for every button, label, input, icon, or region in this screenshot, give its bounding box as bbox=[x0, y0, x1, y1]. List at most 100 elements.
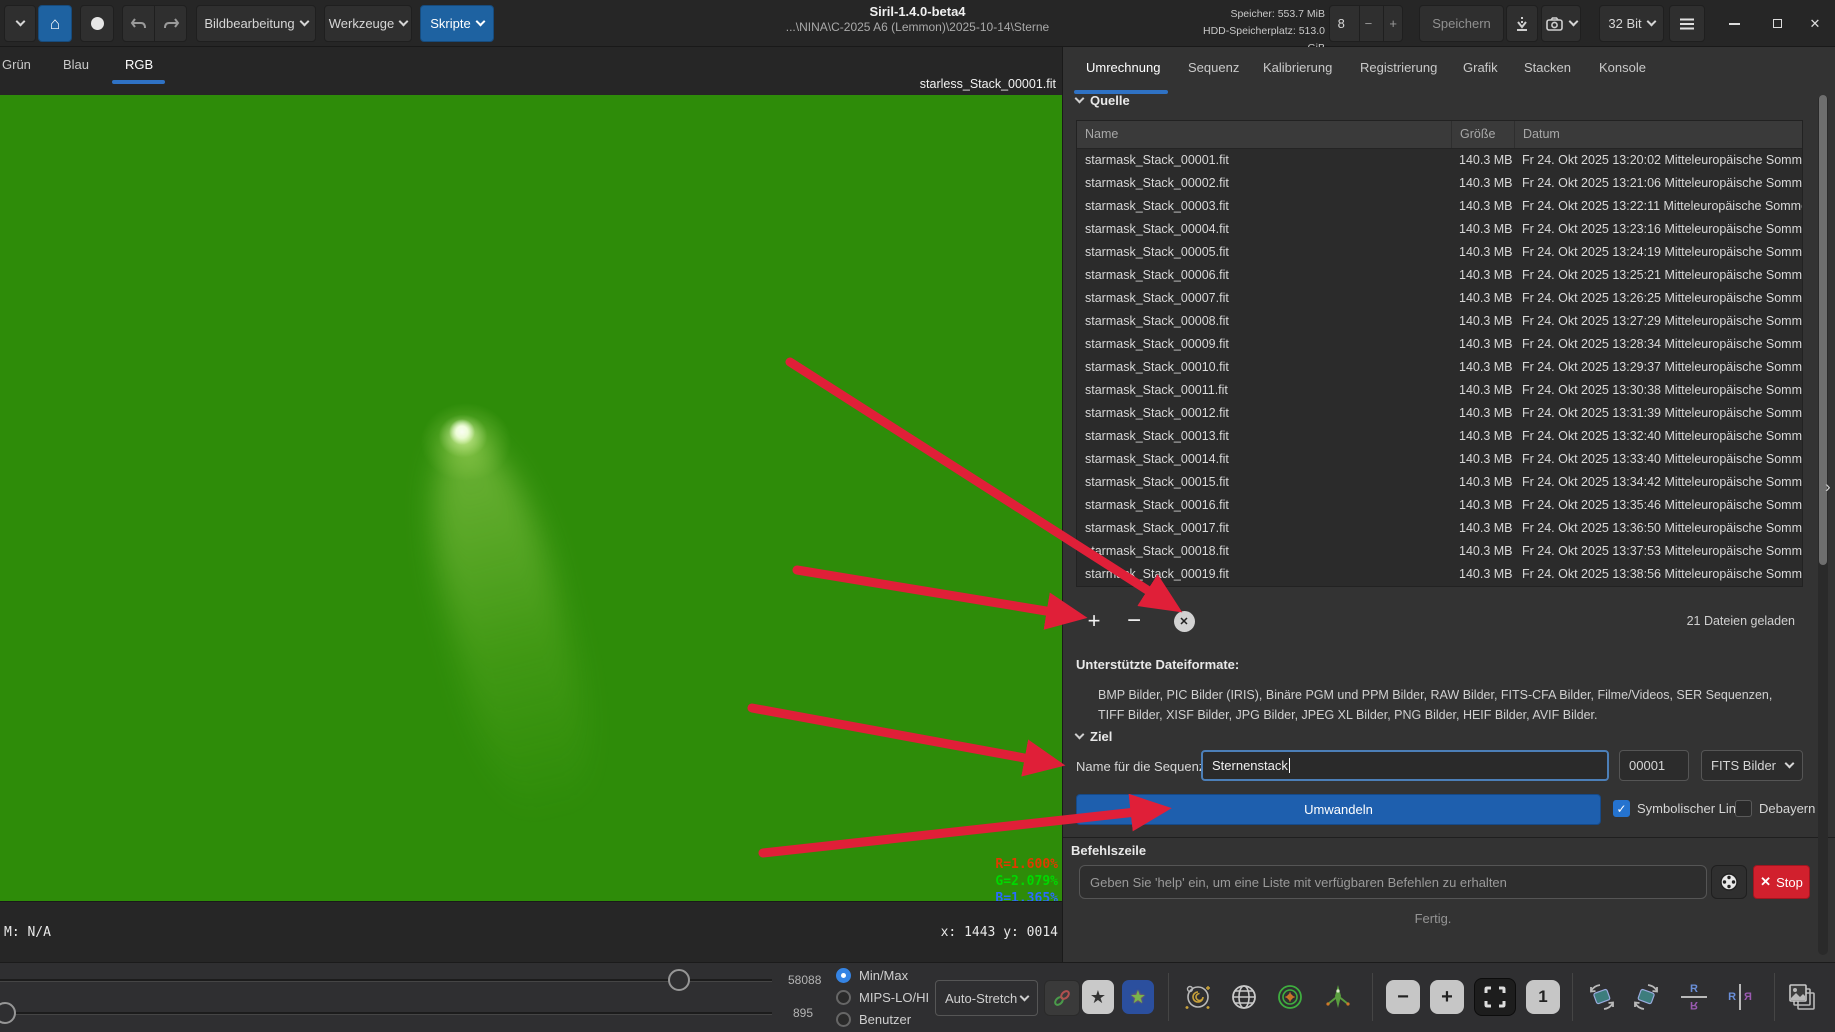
table-row[interactable]: starmask_Stack_00015.fit140.3 MBFr 24. O… bbox=[1077, 471, 1802, 494]
tab-umrechnung[interactable]: Umrechnung bbox=[1086, 60, 1160, 75]
bit-depth-select[interactable]: 32 Bit bbox=[1599, 5, 1664, 42]
table-row[interactable]: starmask_Stack_00019.fit140.3 MBFr 24. O… bbox=[1077, 563, 1802, 586]
spinner-decrement[interactable]: − bbox=[1359, 6, 1378, 41]
cell-size: 140.3 MB bbox=[1451, 448, 1514, 471]
image-canvas[interactable] bbox=[0, 95, 1062, 901]
image-list-button[interactable] bbox=[1784, 977, 1820, 1017]
tab-grafik[interactable]: Grafik bbox=[1463, 60, 1498, 75]
table-row[interactable]: starmask_Stack_00013.fit140.3 MBFr 24. O… bbox=[1077, 425, 1802, 448]
panel-scrollbar[interactable] bbox=[1818, 95, 1828, 955]
redo-button[interactable] bbox=[154, 5, 187, 42]
tab-stacken[interactable]: Stacken bbox=[1524, 60, 1571, 75]
tab-kalibrierung[interactable]: Kalibrierung bbox=[1263, 60, 1332, 75]
table-row[interactable]: starmask_Stack_00010.fit140.3 MBFr 24. O… bbox=[1077, 356, 1802, 379]
table-row[interactable]: starmask_Stack_00002.fit140.3 MBFr 24. O… bbox=[1077, 172, 1802, 195]
record-button[interactable] bbox=[80, 5, 114, 42]
radio-minmax[interactable]: Min/Max bbox=[836, 965, 908, 985]
stretch-mode-select[interactable]: Auto-Stretch bbox=[935, 980, 1038, 1016]
table-row[interactable]: starmask_Stack_00011.fit140.3 MBFr 24. O… bbox=[1077, 379, 1802, 402]
table-row[interactable]: starmask_Stack_00017.fit140.3 MBFr 24. O… bbox=[1077, 517, 1802, 540]
export-button[interactable] bbox=[1506, 5, 1538, 42]
table-row[interactable]: starmask_Stack_00003.fit140.3 MBFr 24. O… bbox=[1077, 195, 1802, 218]
debayer-checkbox[interactable] bbox=[1735, 800, 1752, 817]
command-list-button[interactable] bbox=[1711, 865, 1747, 899]
cell-date: Fr 24. Okt 2025 13:29:37 Mitteleuropäisc… bbox=[1514, 356, 1802, 379]
table-row[interactable]: starmask_Stack_00007.fit140.3 MBFr 24. O… bbox=[1077, 287, 1802, 310]
save-button[interactable]: Speichern bbox=[1419, 5, 1504, 42]
tab-konsole[interactable]: Konsole bbox=[1599, 60, 1646, 75]
table-row[interactable]: starmask_Stack_00004.fit140.3 MBFr 24. O… bbox=[1077, 218, 1802, 241]
zoom-out-button[interactable]: − bbox=[1386, 980, 1420, 1014]
channel-link-button[interactable] bbox=[1044, 980, 1080, 1016]
pane-expander-arrow[interactable]: › bbox=[1825, 477, 1831, 497]
photometry-button[interactable] bbox=[1272, 977, 1308, 1017]
symlink-checkbox-row[interactable]: ✓ Symbolischer Link bbox=[1613, 800, 1743, 817]
snapshot-button[interactable] bbox=[1541, 5, 1581, 42]
spinner-increment[interactable]: + bbox=[1383, 6, 1402, 41]
tab-sequenz[interactable]: Sequenz bbox=[1188, 60, 1239, 75]
table-row[interactable]: starmask_Stack_00018.fit140.3 MBFr 24. O… bbox=[1077, 540, 1802, 563]
convert-button[interactable]: Umwandeln bbox=[1076, 794, 1601, 825]
star-mask-button[interactable]: ★ bbox=[1082, 980, 1114, 1014]
annotations-button[interactable] bbox=[1226, 977, 1262, 1017]
sequence-name-input[interactable]: Sternenstack bbox=[1201, 750, 1609, 781]
flip-horizontal-button[interactable]: R Я bbox=[1722, 977, 1758, 1017]
low-slider-handle[interactable] bbox=[0, 1002, 16, 1024]
radio-label: MIPS-LO/HI bbox=[859, 990, 929, 1005]
thread-spinner[interactable]: 8 − + bbox=[1329, 5, 1403, 42]
menu-skripte[interactable]: Skripte bbox=[420, 5, 494, 42]
target-section-header[interactable]: Ziel bbox=[1076, 729, 1112, 744]
table-row[interactable]: starmask_Stack_00016.fit140.3 MBFr 24. O… bbox=[1077, 494, 1802, 517]
expander-chevron-icon bbox=[1075, 730, 1085, 740]
debayer-checkbox-row[interactable]: Debayern bbox=[1735, 800, 1815, 817]
radio-mips[interactable]: MIPS-LO/HI bbox=[836, 987, 929, 1007]
table-row[interactable]: starmask_Stack_00001.fit140.3 MBFr 24. O… bbox=[1077, 149, 1802, 172]
high-slider-handle[interactable] bbox=[668, 969, 690, 991]
cell-date: Fr 24. Okt 2025 13:33:40 Mitteleuropäisc… bbox=[1514, 448, 1802, 471]
clear-files-button[interactable]: ✕ bbox=[1171, 608, 1197, 634]
command-input[interactable] bbox=[1079, 865, 1707, 899]
add-files-button[interactable]: + bbox=[1081, 608, 1107, 634]
tab-rgb[interactable]: RGB bbox=[125, 57, 153, 72]
menu-bildbearbeitung[interactable]: Bildbearbeitung bbox=[196, 5, 316, 42]
app-menu-chevron-button[interactable] bbox=[4, 5, 36, 42]
start-index-value: 00001 bbox=[1629, 758, 1665, 773]
radio-benutzer[interactable]: Benutzer bbox=[836, 1009, 911, 1029]
fit-to-window-button[interactable] bbox=[1474, 978, 1516, 1016]
symlink-checkbox[interactable]: ✓ bbox=[1613, 800, 1630, 817]
home-button[interactable]: ⌂ bbox=[38, 5, 72, 42]
minimize-button[interactable] bbox=[1712, 0, 1756, 47]
close-button[interactable]: ✕ bbox=[1793, 0, 1835, 47]
table-row[interactable]: starmask_Stack_00014.fit140.3 MBFr 24. O… bbox=[1077, 448, 1802, 471]
tab-gruen[interactable]: Grün bbox=[2, 57, 31, 72]
tab-blau[interactable]: Blau bbox=[63, 57, 89, 72]
rotate-ccw-button[interactable] bbox=[1584, 977, 1620, 1017]
undo-button[interactable] bbox=[122, 5, 155, 42]
stop-button[interactable]: ✕ Stop bbox=[1753, 865, 1810, 899]
text-caret bbox=[1289, 758, 1290, 773]
remove-files-button[interactable]: − bbox=[1121, 608, 1147, 634]
column-date[interactable]: Datum bbox=[1514, 121, 1802, 148]
table-row[interactable]: starmask_Stack_00008.fit140.3 MBFr 24. O… bbox=[1077, 310, 1802, 333]
tab-registrierung[interactable]: Registrierung bbox=[1360, 60, 1437, 75]
high-slider-track[interactable] bbox=[0, 979, 772, 982]
table-row[interactable]: starmask_Stack_00012.fit140.3 MBFr 24. O… bbox=[1077, 402, 1802, 425]
source-section-header[interactable]: Quelle bbox=[1076, 93, 1130, 108]
flip-vertical-button[interactable]: R R bbox=[1676, 977, 1712, 1017]
zoom-in-button[interactable]: + bbox=[1430, 980, 1464, 1014]
rotate-cw-button[interactable] bbox=[1628, 977, 1664, 1017]
table-row[interactable]: starmask_Stack_00009.fit140.3 MBFr 24. O… bbox=[1077, 333, 1802, 356]
start-index-field[interactable]: 00001 bbox=[1619, 750, 1689, 781]
low-slider-track[interactable] bbox=[0, 1012, 772, 1015]
star-detection-button[interactable]: ★ bbox=[1122, 980, 1154, 1014]
column-name[interactable]: Name bbox=[1077, 121, 1451, 148]
astrometry-button[interactable] bbox=[1180, 977, 1216, 1017]
table-row[interactable]: starmask_Stack_00005.fit140.3 MBFr 24. O… bbox=[1077, 241, 1802, 264]
hamburger-menu-button[interactable] bbox=[1669, 5, 1705, 42]
cut-profile-button[interactable] bbox=[1320, 977, 1356, 1017]
table-row[interactable]: starmask_Stack_00006.fit140.3 MBFr 24. O… bbox=[1077, 264, 1802, 287]
menu-werkzeuge[interactable]: Werkzeuge bbox=[324, 5, 412, 42]
zoom-one-to-one-button[interactable]: 1 bbox=[1526, 980, 1560, 1014]
output-format-select[interactable]: FITS Bilder bbox=[1701, 750, 1803, 781]
column-size[interactable]: Größe bbox=[1451, 121, 1514, 148]
